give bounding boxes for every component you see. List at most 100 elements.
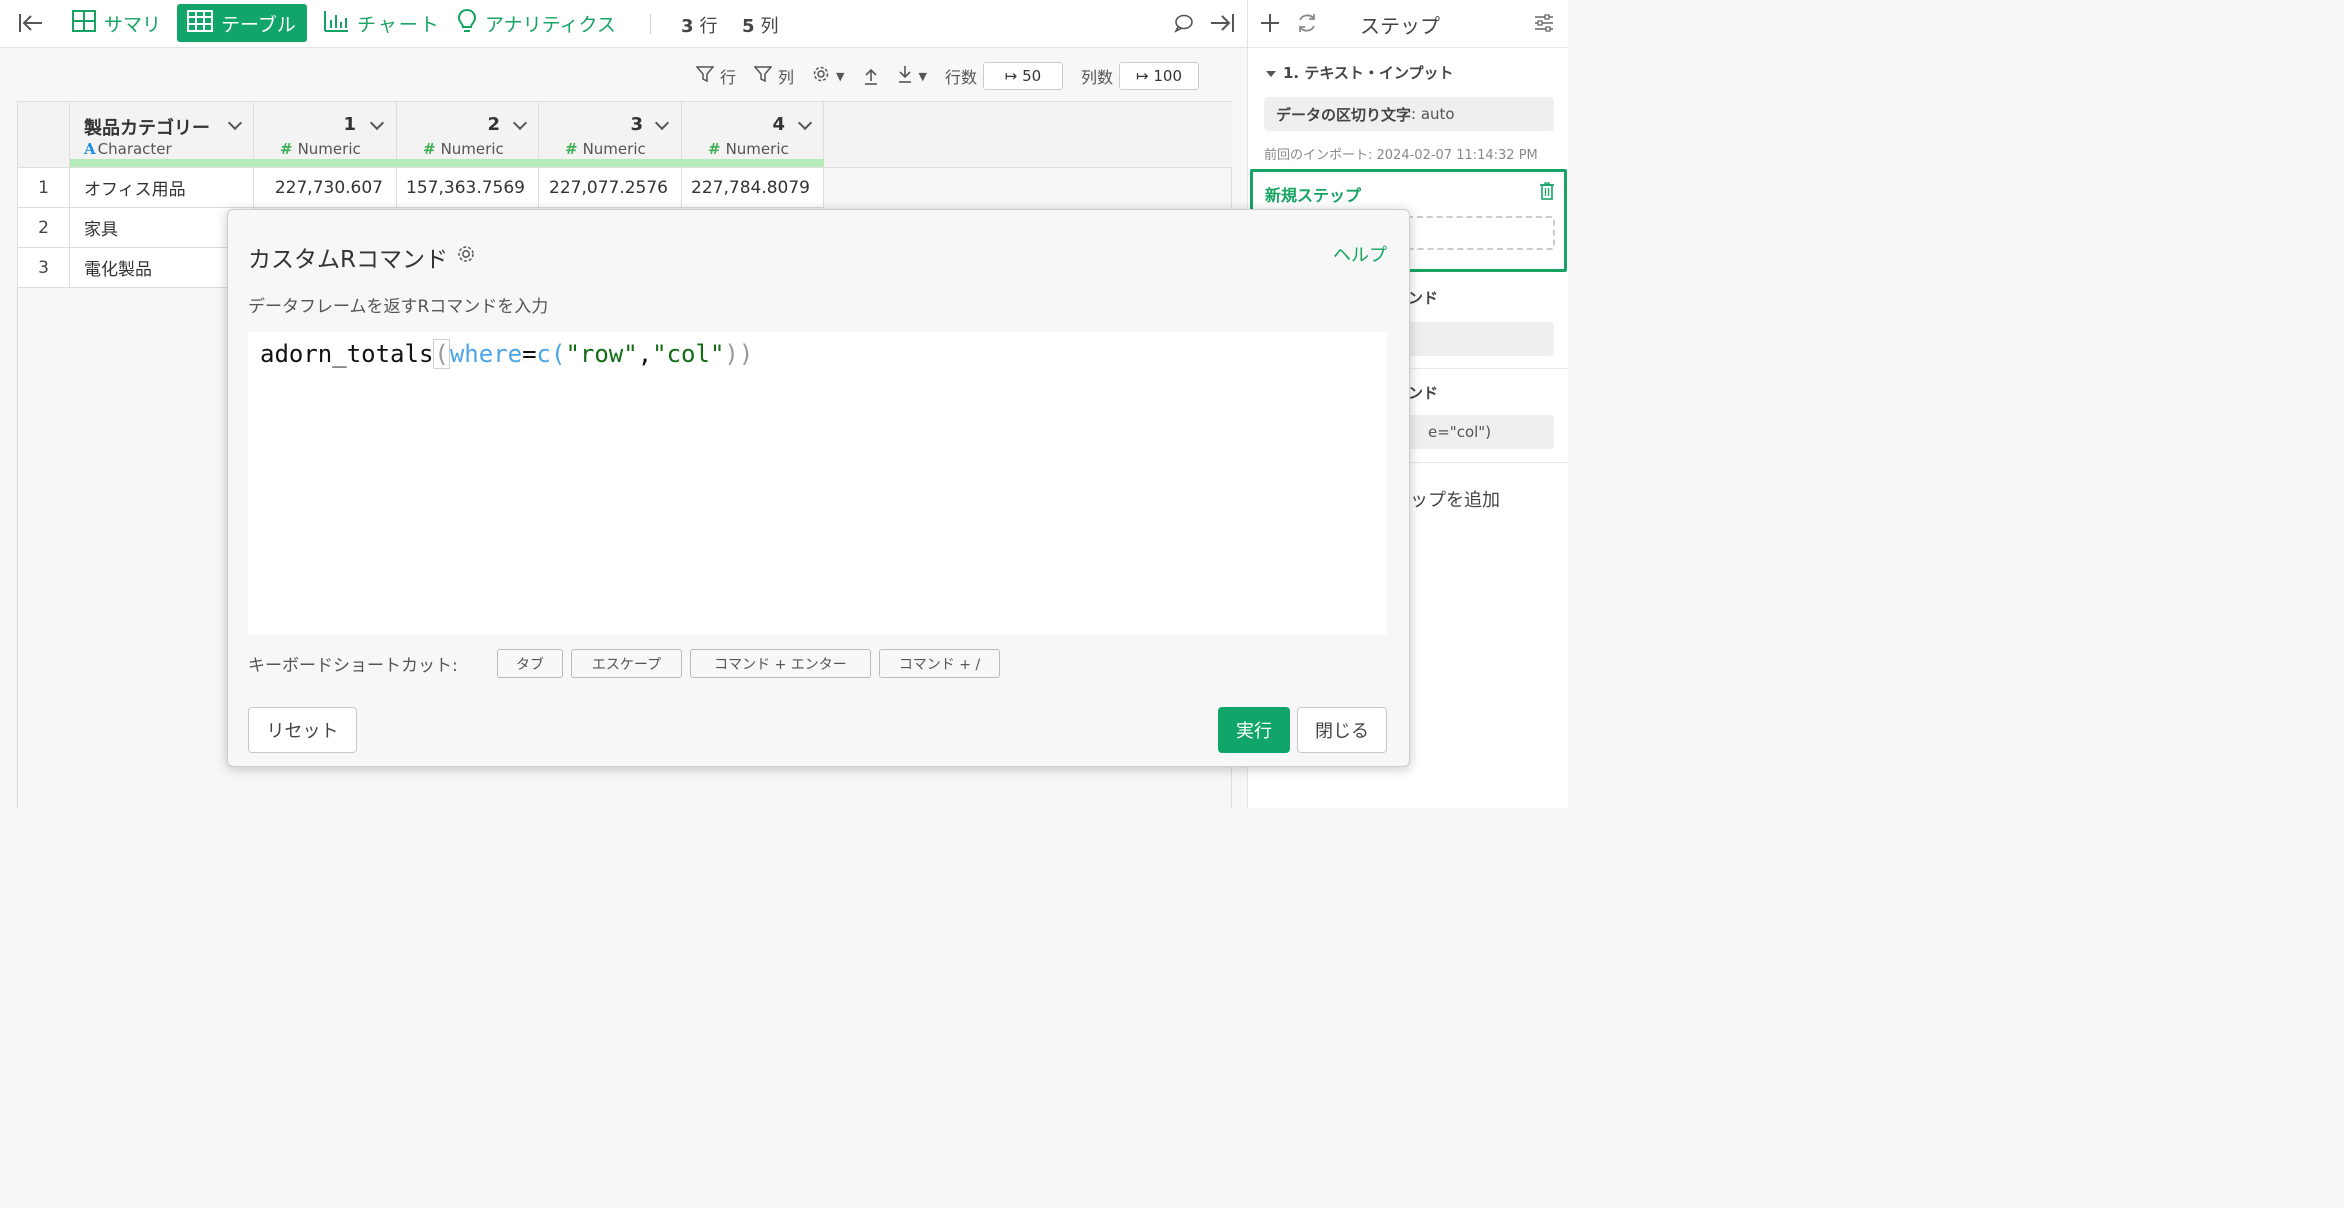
column-type-label: Numeric	[440, 140, 504, 158]
row-count-value: 3	[681, 16, 694, 37]
numeric-type-icon: #	[708, 140, 721, 158]
cols-limit-input[interactable]: ↦ 100	[1119, 62, 1199, 90]
column-header-name: 4	[772, 114, 785, 135]
gear-icon	[812, 65, 830, 87]
shortcut-key: エスケープ	[571, 649, 682, 678]
bar-chart-icon	[323, 10, 349, 37]
header-filler	[824, 102, 1232, 168]
table-cell[interactable]: オフィス用品	[70, 168, 254, 208]
tab-table-label: テーブル	[221, 13, 296, 36]
code-line: adorn_totals(where=c("row","col"))	[260, 339, 753, 369]
code-string: "row"	[565, 340, 638, 368]
help-link[interactable]: ヘルプ	[1333, 241, 1387, 267]
column-type-label: Character	[97, 140, 172, 158]
expand-right-icon[interactable]	[1209, 12, 1235, 38]
rows-limit: 行数 ↦ 50	[945, 62, 1063, 90]
rows-limit-input[interactable]: ↦ 50	[982, 62, 1063, 90]
column-header-name: 製品カテゴリー	[84, 118, 210, 139]
refresh-icon[interactable]	[1296, 12, 1318, 38]
tab-analytics[interactable]: アナリティクス	[447, 4, 626, 42]
run-button[interactable]: 実行	[1218, 707, 1290, 753]
dialog-description: データフレームを返すRコマンドを入力	[248, 297, 549, 317]
new-step-label: 新規ステップ	[1265, 186, 1362, 205]
row-number: 1	[18, 168, 70, 208]
step-detail-value: e="col")	[1428, 423, 1492, 441]
shortcut-key: コマンド + /	[879, 649, 1000, 678]
table-cell[interactable]: 227,784.8079	[682, 168, 824, 208]
dialog-title-text: カスタムRコマンド	[248, 247, 448, 273]
gear-icon[interactable]	[456, 244, 476, 270]
code-paren-open: (	[433, 339, 450, 369]
chevron-down-icon[interactable]	[797, 115, 813, 131]
comment-icon[interactable]	[1174, 13, 1194, 37]
reset-button[interactable]: リセット	[248, 707, 357, 753]
tab-table[interactable]: テーブル	[177, 4, 307, 42]
close-button[interactable]: 閉じる	[1297, 707, 1387, 753]
sort-up-icon[interactable]	[863, 67, 879, 85]
chevron-down-icon[interactable]	[227, 115, 243, 131]
column-type: A Character	[84, 140, 172, 158]
column-count-unit: 列	[760, 16, 779, 37]
collapse-left-icon[interactable]	[18, 12, 44, 38]
step-detail-chip[interactable]: データの区切り文字: auto	[1264, 97, 1554, 131]
caret-down-icon: ▼	[836, 69, 845, 83]
row-count: 3行	[681, 12, 718, 38]
table-cell[interactable]: 157,363.7569	[397, 168, 539, 208]
tab-summary-label: サマリ	[104, 13, 162, 36]
step-detail-key: データの区切り文字	[1276, 105, 1412, 124]
filter-icon	[695, 65, 715, 87]
row-number: 2	[18, 208, 70, 248]
tab-summary[interactable]: サマリ	[62, 4, 171, 42]
custom-r-command-dialog: カスタムRコマンド ヘルプ データフレームを返すRコマンドを入力 adorn_t…	[227, 209, 1410, 767]
column-type-label: Numeric	[297, 140, 361, 158]
column-type-label: Numeric	[582, 140, 646, 158]
trash-icon[interactable]	[1539, 182, 1555, 204]
row-filter-label: 行	[720, 68, 737, 87]
column-filter-button[interactable]: 列	[753, 64, 794, 88]
cols-limit-label: 列数	[1080, 68, 1113, 87]
plus-icon[interactable]	[1260, 13, 1280, 37]
step-detail-value: : auto	[1411, 105, 1455, 123]
caret-down-icon: ▼	[918, 69, 927, 83]
tab-chart[interactable]: チャート	[313, 4, 451, 42]
table-cell[interactable]: 227,730.607	[254, 168, 397, 208]
steps-panel-title: ステップ	[1360, 14, 1440, 38]
export-dropdown[interactable]: ▼	[897, 65, 927, 87]
code-function: adorn_totals	[260, 340, 434, 368]
chevron-down-icon[interactable]	[512, 115, 528, 131]
cols-limit: 列数 ↦ 100	[1081, 62, 1199, 90]
table-cell[interactable]: 227,077.2576	[539, 168, 682, 208]
column-header-name: 1	[343, 114, 356, 135]
chevron-down-icon[interactable]	[654, 115, 670, 131]
code-arg: where	[449, 340, 523, 368]
code-string: "col"	[652, 340, 725, 368]
tab-chart-label: チャート	[357, 13, 441, 36]
code-eq: =	[522, 340, 537, 368]
top-toolbar: サマリ テーブル チャート アナリティクス 3行 5列	[0, 0, 1247, 48]
code-paren: (	[551, 340, 566, 368]
code-editor[interactable]: adorn_totals(where=c("row","col"))	[248, 332, 1387, 635]
numeric-type-icon: #	[423, 140, 436, 158]
chevron-down-icon[interactable]	[369, 115, 385, 131]
dialog-title: カスタムRコマンド	[248, 240, 476, 274]
column-quality-bar	[70, 159, 824, 167]
step-title[interactable]: 1. テキスト・インプット	[1266, 62, 1453, 83]
shortcut-key: コマンド + エンター	[690, 649, 871, 678]
column-count-value: 5	[742, 16, 755, 37]
column-type: # Numeric	[423, 140, 504, 158]
numeric-type-icon: #	[565, 140, 578, 158]
column-type-label: Numeric	[725, 140, 789, 158]
lightbulb-icon	[457, 8, 477, 39]
step-title[interactable]: ンド	[1408, 382, 1438, 403]
shortcut-key: タブ	[497, 649, 563, 678]
tab-analytics-label: アナリティクス	[485, 13, 616, 36]
steps-panel-header: ステップ	[1248, 0, 1569, 48]
row-filter-button[interactable]: 行	[695, 64, 737, 88]
sort-down-icon	[897, 65, 913, 87]
rows-limit-label: 行数	[944, 68, 977, 87]
last-import-note: 前回のインポート: 2024-02-07 11:14:32 PM	[1264, 148, 1538, 163]
add-step-link[interactable]: ップを追加	[1410, 486, 1500, 512]
sliders-icon[interactable]	[1534, 13, 1554, 37]
step-title[interactable]: ンド	[1408, 287, 1438, 308]
settings-dropdown[interactable]: ▼	[812, 65, 845, 87]
